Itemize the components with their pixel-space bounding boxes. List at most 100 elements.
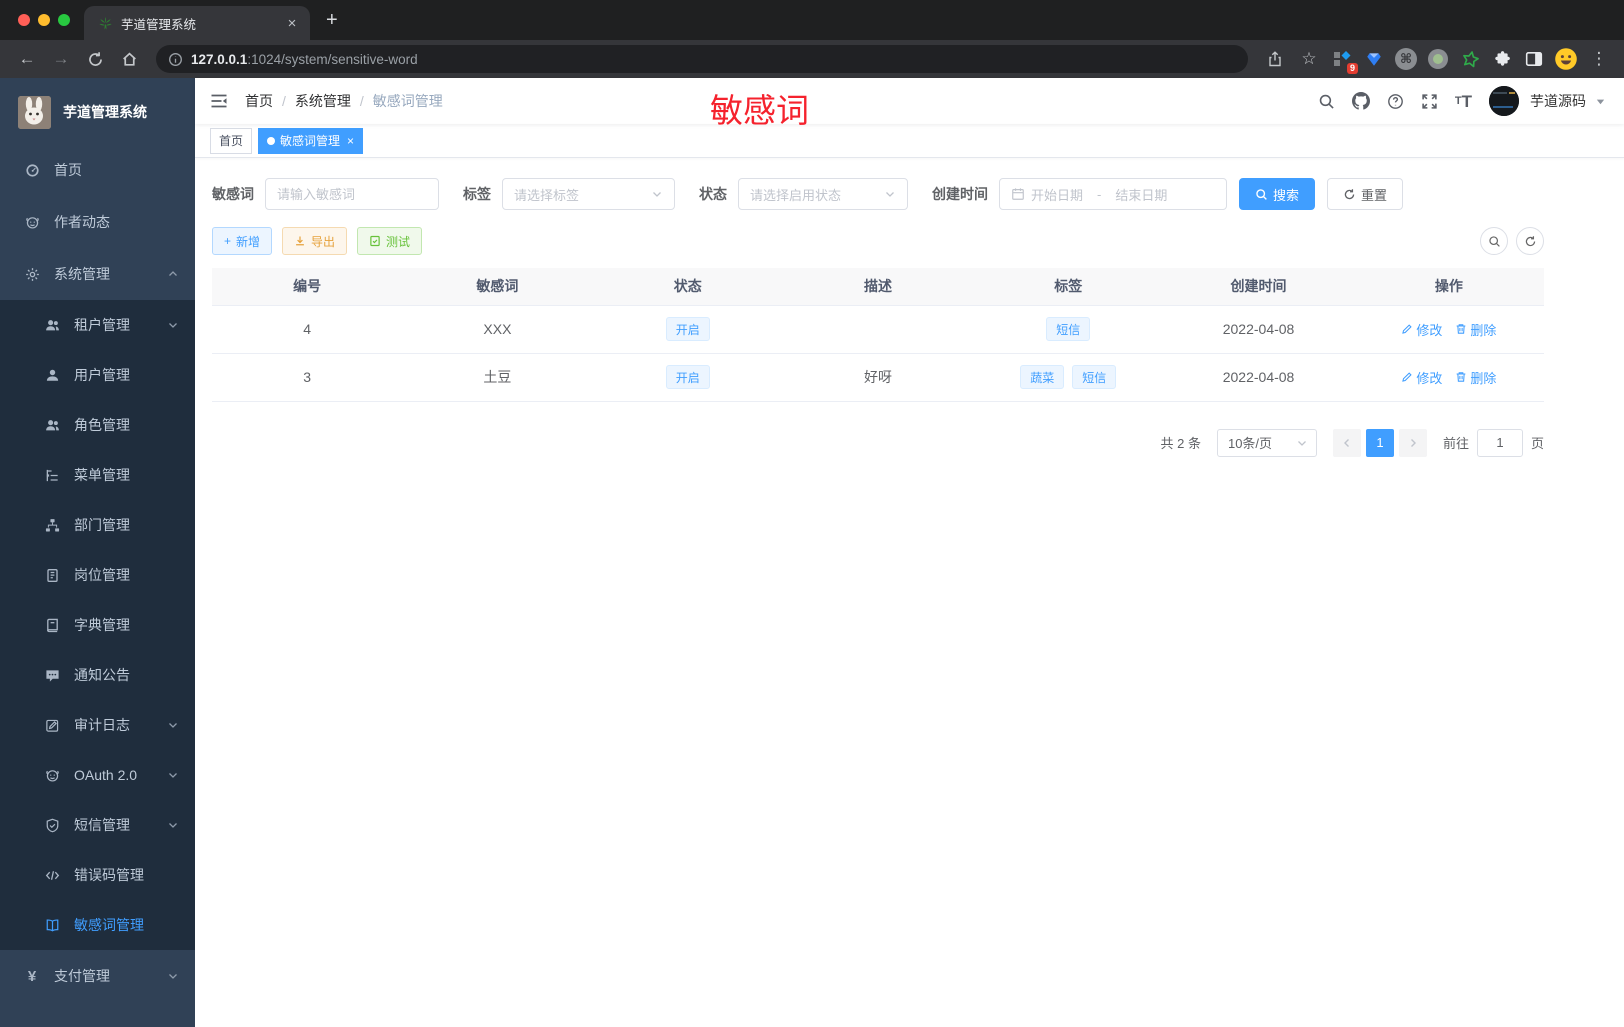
extension-command-icon[interactable]: ⌘	[1392, 45, 1420, 73]
caret-down-icon[interactable]	[1595, 96, 1606, 107]
url-bar[interactable]: 127.0.0.1:1024/system/sensitive-word	[156, 45, 1248, 73]
org-tree-icon	[44, 518, 60, 533]
tag-close-icon[interactable]: ×	[347, 134, 354, 148]
date-range-picker[interactable]: 开始日期 - 结束日期	[999, 178, 1227, 210]
date-filter-label: 创建时间	[932, 186, 988, 202]
goto-page-input[interactable]	[1476, 428, 1523, 457]
font-size-icon[interactable]: TT	[1455, 93, 1472, 110]
browser-tab[interactable]: 芋道管理系统 ×	[84, 6, 310, 40]
breadcrumb-home[interactable]: 首页	[245, 91, 273, 111]
sidebar-item-author-news[interactable]: 作者动态	[0, 196, 195, 248]
shield-check-icon	[44, 818, 60, 833]
hamburger-icon[interactable]	[209, 91, 229, 111]
sidebar-item-post[interactable]: 岗位管理	[0, 550, 195, 600]
minimize-window-button[interactable]	[38, 14, 50, 26]
profile-avatar-icon[interactable]	[1552, 45, 1580, 73]
sidebar-item-notice[interactable]: 通知公告	[0, 650, 195, 700]
search-icon[interactable]	[1318, 93, 1335, 110]
cell-word: XXX	[402, 305, 593, 354]
sidebar-item-audit-log[interactable]: 审计日志	[0, 700, 195, 750]
side-panel-icon[interactable]	[1520, 45, 1548, 73]
delete-button[interactable]: 删除	[1455, 368, 1496, 387]
page-number-button[interactable]: 1	[1365, 428, 1394, 457]
refresh-table-button[interactable]	[1516, 227, 1544, 255]
chevron-down-icon	[167, 769, 179, 781]
sidebar-item-dict[interactable]: 字典管理	[0, 600, 195, 650]
forward-icon[interactable]: →	[46, 44, 76, 74]
sidebar-item-tenant[interactable]: 租户管理	[0, 300, 195, 350]
tag-badge: 短信	[1046, 317, 1091, 341]
breadcrumb: 首页 / 系统管理 / 敏感词管理	[245, 91, 443, 111]
sidebar-item-sms[interactable]: 短信管理	[0, 800, 195, 850]
delete-button[interactable]: 删除	[1455, 320, 1496, 339]
browser-menu-icon[interactable]: ⋮	[1584, 44, 1614, 74]
extension-grid-icon[interactable]: 9	[1328, 45, 1358, 74]
keyword-label: 敏感词	[212, 186, 254, 202]
next-page-button[interactable]	[1398, 428, 1427, 457]
keyword-input[interactable]	[277, 186, 427, 202]
sidebar-item-dept[interactable]: 部门管理	[0, 500, 195, 550]
export-button[interactable]: 导出	[282, 227, 348, 255]
edit-button[interactable]: 修改	[1401, 368, 1442, 387]
extensions-puzzle-icon[interactable]	[1488, 45, 1516, 73]
tag-select[interactable]: 请选择标签	[502, 178, 675, 210]
sidebar-item-system[interactable]: 系统管理	[0, 248, 195, 300]
sidebar-item-sensitive-word[interactable]: 敏感词管理	[0, 900, 195, 950]
test-button[interactable]: 测试	[357, 227, 423, 255]
sidebar-item-role[interactable]: 角色管理	[0, 400, 195, 450]
extension-record-icon[interactable]	[1424, 45, 1452, 73]
url-host: 127.0.0.1	[191, 51, 248, 67]
status-select[interactable]: 请选择启用状态	[738, 178, 908, 210]
sidebar-item-menu[interactable]: 菜单管理	[0, 450, 195, 500]
dashboard-icon	[24, 163, 40, 178]
home-icon[interactable]	[114, 44, 144, 74]
edit-button[interactable]: 修改	[1401, 320, 1442, 339]
sidebar-item-oauth[interactable]: OAuth 2.0	[0, 750, 195, 800]
breadcrumb-system[interactable]: 系统管理	[295, 91, 351, 111]
zoom-window-button[interactable]	[58, 14, 70, 26]
sidebar-item-user[interactable]: 用户管理	[0, 350, 195, 400]
tab-close-icon[interactable]: ×	[284, 15, 300, 32]
window-controls	[0, 0, 84, 40]
tag-home[interactable]: 首页	[210, 127, 253, 154]
new-tab-button[interactable]: +	[310, 6, 338, 40]
chevron-down-icon	[167, 819, 179, 831]
add-button[interactable]: + 新增	[212, 227, 273, 255]
user-avatar[interactable]	[1489, 86, 1519, 116]
cell-status: 开启	[592, 353, 783, 402]
sidebar-menu: 首页 作者动态 系统管理 租户管理 用户管理 角色管理 菜单管理 部门管理 岗位…	[0, 144, 195, 1002]
app-logo-row[interactable]: 芋道管理系统	[0, 86, 195, 138]
tag-current[interactable]: 敏感词管理 ×	[258, 127, 364, 154]
reset-button[interactable]: 重置	[1327, 178, 1404, 210]
back-icon[interactable]: ←	[12, 44, 42, 74]
browser-tab-strip: 芋道管理系统 × +	[0, 0, 1624, 40]
sidebar: 芋道管理系统 首页 作者动态 系统管理 租户管理 用户管理 角色管理 菜单管理 …	[0, 78, 195, 1027]
extension-star-icon[interactable]	[1456, 45, 1484, 73]
username-text[interactable]: 芋道源码	[1530, 91, 1586, 111]
page-size-select[interactable]: 10条/页	[1216, 428, 1317, 457]
status-filter-label: 状态	[699, 186, 727, 202]
active-dot	[267, 136, 276, 145]
github-icon[interactable]	[1351, 92, 1370, 110]
col-status: 状态	[592, 268, 783, 305]
chevron-down-icon	[1296, 437, 1308, 449]
site-info-icon[interactable]	[168, 52, 183, 67]
share-icon[interactable]	[1260, 44, 1290, 74]
log-edit-icon	[44, 718, 60, 733]
extension-gem-icon[interactable]	[1360, 45, 1388, 73]
search-button[interactable]: 搜索	[1239, 178, 1316, 210]
fullscreen-icon[interactable]	[1421, 93, 1438, 110]
help-icon[interactable]	[1387, 93, 1404, 110]
chevron-left-icon	[1343, 438, 1349, 447]
sidebar-item-home[interactable]: 首页	[0, 144, 195, 196]
show-search-toggle-button[interactable]	[1480, 227, 1508, 255]
col-created: 创建时间	[1163, 268, 1354, 305]
keyword-input-wrap	[265, 178, 439, 210]
reload-icon[interactable]	[80, 44, 110, 74]
sidebar-item-error-code[interactable]: 错误码管理	[0, 850, 195, 900]
sidebar-item-pay[interactable]: ¥ 支付管理	[0, 950, 195, 1002]
status-badge: 开启	[665, 365, 710, 389]
bookmark-star-icon[interactable]: ☆	[1294, 44, 1324, 74]
close-window-button[interactable]	[18, 14, 30, 26]
prev-page-button[interactable]	[1332, 428, 1361, 457]
